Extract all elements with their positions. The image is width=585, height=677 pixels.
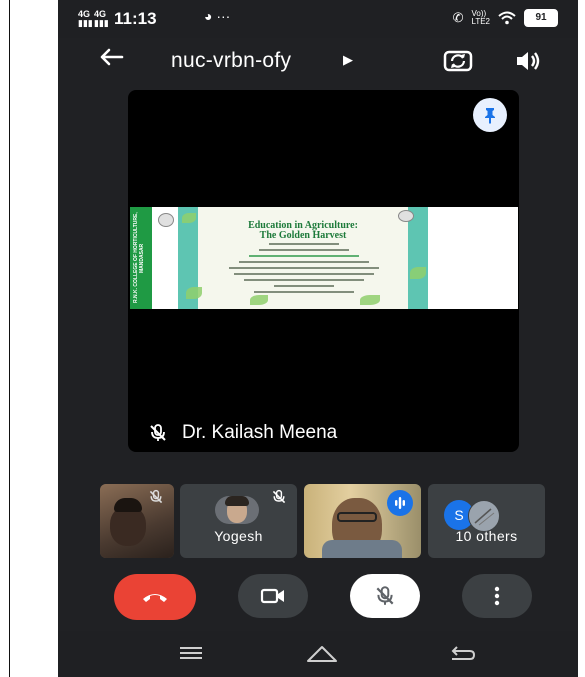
shared-slide: R.N.K. COLLEGE OF HORTICULTURE, MANDASAR… bbox=[130, 207, 518, 309]
thumbnail-label: 10 others bbox=[455, 528, 518, 544]
audio-level-icon bbox=[387, 490, 413, 516]
participant-name: Dr. Kailash Meena bbox=[182, 422, 338, 443]
network-label-1: 4G bbox=[78, 9, 91, 19]
others-thumbnail[interactable]: S 10 others bbox=[428, 484, 545, 558]
mic-off-icon bbox=[148, 489, 164, 510]
participant-thumbnail-active[interactable] bbox=[304, 484, 421, 558]
network-indicator-2: 4G ▮▮▮ bbox=[94, 9, 109, 28]
switch-camera-icon[interactable] bbox=[442, 44, 474, 76]
network-indicator-1: 4G ▮▮▮ bbox=[78, 9, 93, 28]
main-participant-tile[interactable]: R.N.K. COLLEGE OF HORTICULTURE, MANDASAR… bbox=[128, 90, 519, 452]
slide-body-text bbox=[206, 243, 401, 297]
meeting-top-bar: nuc-vrbn-ofy ▶ bbox=[58, 38, 578, 88]
more-vert-icon bbox=[494, 586, 500, 606]
glasses bbox=[337, 512, 377, 522]
leaf-decoration bbox=[186, 287, 202, 299]
whatsapp-icon: ◕ bbox=[204, 8, 213, 24]
mic-toggle-button[interactable] bbox=[350, 574, 420, 618]
call-icon: ✆ bbox=[452, 10, 464, 25]
status-right: ✆ Vo)) LTE2 91 bbox=[453, 9, 558, 27]
camera-icon bbox=[260, 588, 284, 604]
nav-recents-icon[interactable] bbox=[178, 643, 204, 668]
more-options-button[interactable] bbox=[462, 574, 532, 618]
slide-side-banner: R.N.K. COLLEGE OF HORTICULTURE, MANDASAR bbox=[130, 207, 152, 309]
slide-title: Education in Agriculture: The Golden Har… bbox=[202, 221, 404, 241]
nav-home-icon[interactable] bbox=[306, 643, 338, 670]
battery-indicator: 91 bbox=[524, 9, 558, 27]
nav-back-icon[interactable] bbox=[448, 643, 476, 670]
college-logo bbox=[158, 213, 174, 227]
back-arrow-icon[interactable] bbox=[96, 42, 126, 79]
speaker-icon[interactable] bbox=[512, 46, 542, 76]
status-time: 11:13 bbox=[114, 9, 157, 28]
status-more: ◕ ··· bbox=[204, 8, 230, 24]
page-border bbox=[9, 0, 10, 677]
slide-title-line2: The Golden Harvest bbox=[259, 230, 347, 241]
participant-face bbox=[110, 506, 146, 546]
leaf-decoration bbox=[410, 267, 426, 279]
participant-video bbox=[215, 496, 259, 524]
participant-hair bbox=[225, 496, 249, 506]
leaf-decoration bbox=[182, 213, 196, 223]
participant-thumbnail-yogesh[interactable]: Yogesh bbox=[180, 484, 297, 558]
meet-app-screen: 4G▮▮▮ 4G▮▮▮ 11:13 ◕ ··· ✆ Vo)) LTE2 91 bbox=[58, 0, 578, 677]
slide-side-text: R.N.K. COLLEGE OF HORTICULTURE, MANDASAR bbox=[133, 212, 145, 304]
participant-thumbnail-1[interactable] bbox=[100, 484, 174, 558]
mic-off-icon bbox=[376, 586, 394, 605]
mic-off-icon bbox=[271, 489, 287, 510]
participant-name-label: Dr. Kailash Meena bbox=[148, 422, 337, 444]
participant-shirt bbox=[322, 540, 402, 558]
participant-hair bbox=[114, 498, 142, 512]
status-more-dots: ··· bbox=[216, 8, 231, 24]
mic-off-icon bbox=[150, 424, 166, 441]
pin-icon[interactable] bbox=[473, 98, 507, 132]
end-call-button[interactable] bbox=[114, 574, 196, 620]
camera-toggle-button[interactable] bbox=[238, 574, 308, 618]
system-nav-bar bbox=[58, 631, 578, 677]
thumbnail-label: Yogesh bbox=[214, 528, 263, 544]
status-bar: 4G ▮▮▮ 4G ▮▮▮ 11:13 ◕ ··· ✆ Vo)) LTE2 91 bbox=[58, 0, 578, 38]
end-call-icon bbox=[143, 594, 167, 602]
volte-indicator: Vo)) LTE2 bbox=[471, 9, 490, 26]
network-label-2: 4G bbox=[94, 9, 107, 19]
dropdown-arrow-icon[interactable]: ▶ bbox=[343, 52, 353, 68]
meeting-code[interactable]: nuc-vrbn-ofy bbox=[171, 49, 291, 73]
wifi-icon bbox=[498, 11, 516, 25]
